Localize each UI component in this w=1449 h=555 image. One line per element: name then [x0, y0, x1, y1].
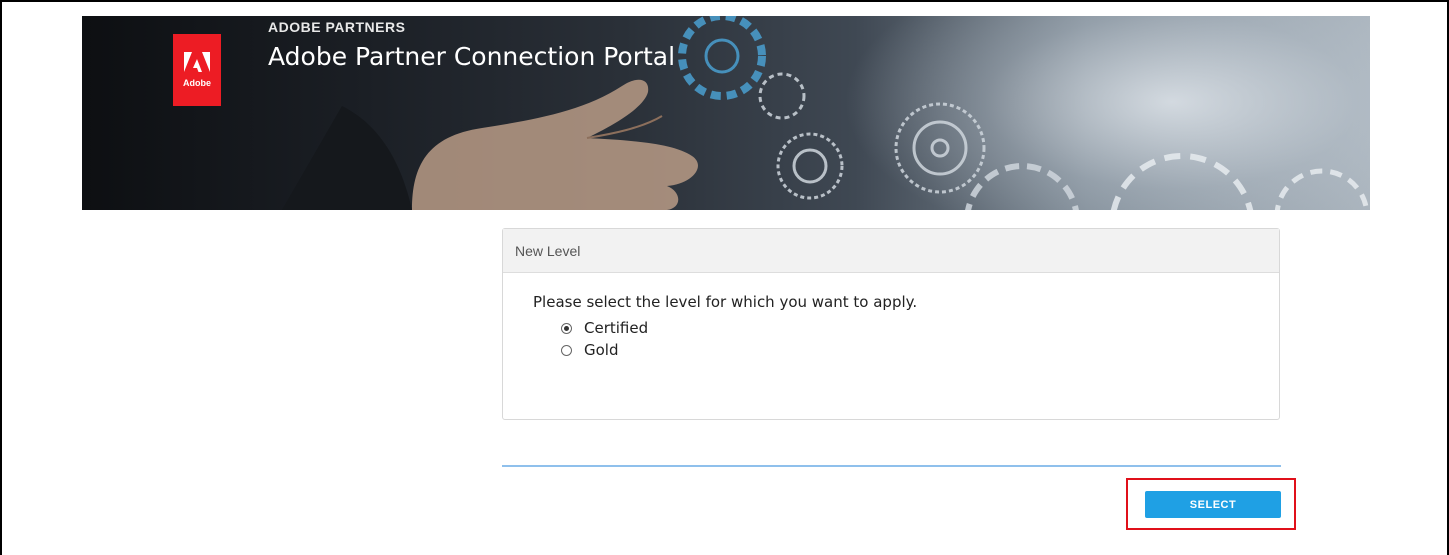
level-prompt: Please select the level for which you wa… — [533, 293, 918, 311]
radio-gold[interactable] — [561, 344, 572, 356]
option-certified-label: Certified — [584, 319, 649, 337]
option-gold-label: Gold — [584, 341, 619, 359]
adobe-logo: Adobe — [173, 34, 221, 106]
panel-header: New Level — [503, 229, 1279, 273]
level-options: Certified Gold — [533, 317, 1279, 361]
header-banner: Adobe ADOBE PARTNERS Adobe Partner Conne… — [82, 16, 1370, 210]
portal-title: Adobe Partner Connection Portal — [268, 42, 676, 71]
radio-selected-dot — [564, 325, 569, 331]
adobe-a-icon — [184, 52, 210, 72]
adobe-logo-text: Adobe — [183, 78, 211, 88]
brand-small-title: ADOBE PARTNERS — [268, 20, 406, 32]
footer-divider — [502, 465, 1281, 467]
radio-certified[interactable] — [561, 322, 572, 334]
page-frame: Adobe ADOBE PARTNERS Adobe Partner Conne… — [0, 0, 1449, 555]
option-gold[interactable]: Gold — [561, 339, 1279, 361]
select-button[interactable]: SELECT — [1145, 491, 1281, 518]
panel-heading: New Level — [515, 242, 581, 259]
panel-body: Please select the level for which you wa… — [503, 273, 1279, 361]
new-level-panel: New Level Please select the level for wh… — [502, 228, 1280, 420]
option-certified[interactable]: Certified — [561, 317, 1279, 339]
